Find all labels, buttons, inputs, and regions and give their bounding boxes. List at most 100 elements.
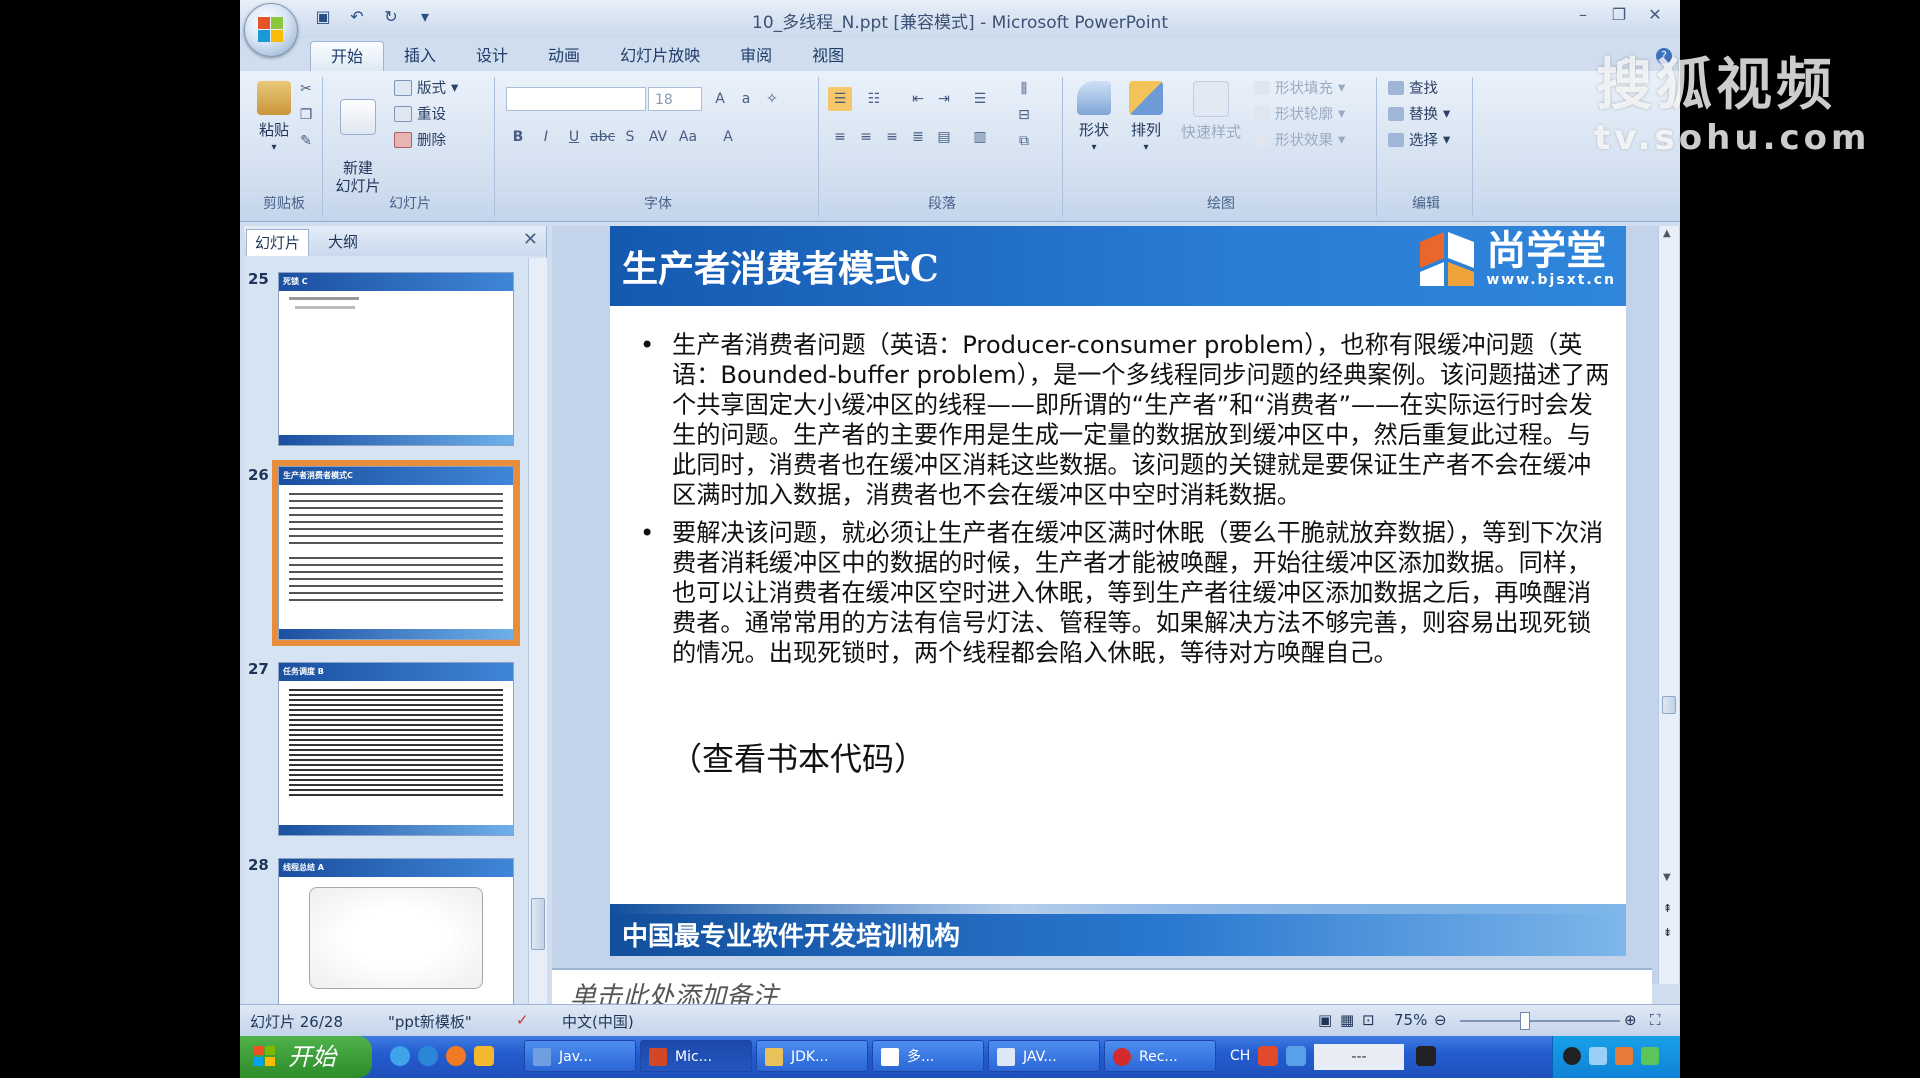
pane-close-icon[interactable]: ✕ [523,229,538,250]
delete-button[interactable]: 删除 [394,129,446,150]
normal-view-icon[interactable]: ▣ [1318,1011,1332,1029]
slide-thumbnail[interactable]: 线程总结 A [278,858,514,1004]
columns-icon[interactable]: ▥ [968,125,992,149]
qq-icon[interactable] [1563,1047,1581,1065]
tab-home[interactable]: 开始 [310,41,385,72]
quick-styles-button[interactable]: 快速样式 [1176,81,1246,141]
shape-effects-button[interactable]: 形状效果 ▾ [1254,129,1345,150]
thumbnails-scrollbar[interactable] [528,258,547,1004]
zoom-slider-handle[interactable] [1520,1012,1530,1030]
display-icon[interactable] [1589,1047,1607,1065]
restore-icon[interactable]: ❐ [1604,4,1634,26]
security-icon[interactable] [1641,1047,1659,1065]
replace-button[interactable]: 替换 ▾ [1388,103,1450,124]
shrink-font-icon[interactable]: a [734,87,758,111]
firefox-icon[interactable] [446,1046,466,1066]
start-button[interactable]: 开始 [240,1036,372,1078]
font-color-icon[interactable]: A [716,125,740,149]
scrollbar-thumb[interactable] [531,898,545,950]
slide-title[interactable]: 生产者消费者模式C [622,240,939,292]
select-button[interactable]: 选择 ▾ [1388,129,1450,150]
numbering-icon[interactable]: ☷ [862,87,886,111]
font-name-combo[interactable] [506,87,646,111]
tab-view[interactable]: 视图 [792,41,864,71]
font-size-combo[interactable]: 18 [648,87,702,111]
tab-outline[interactable]: 大纲 [320,229,366,255]
shapes-button[interactable]: 形状 ▾ [1072,81,1116,157]
layout-button[interactable]: 版式 ▾ [394,77,458,98]
shadow-icon[interactable]: S [618,125,642,149]
text-direction-icon[interactable]: ⫼ [1012,77,1036,101]
browser-icon[interactable] [418,1046,438,1066]
taskbar-item[interactable]: JAV... [988,1040,1100,1072]
shape-fill-button[interactable]: 形状填充 ▾ [1254,77,1345,98]
slideshow-view-icon[interactable]: ⊡ [1362,1011,1375,1029]
volume-icon[interactable] [1615,1047,1633,1065]
slide-thumbnail[interactable]: 死锁 C [278,272,514,446]
zoom-slider[interactable] [1460,1020,1620,1022]
taskbar-item-active[interactable]: Mic... [640,1040,752,1072]
strikethrough-icon[interactable]: abc [590,125,615,149]
taskbar-item[interactable]: Rec... [1104,1040,1216,1072]
ie-icon[interactable] [390,1046,410,1066]
decrease-indent-icon[interactable]: ⇤ [906,87,930,111]
editor-scrollbar[interactable]: ▲ ▼ ⇞ ⇟ [1658,226,1679,984]
increase-indent-icon[interactable]: ⇥ [932,87,956,111]
tab-review[interactable]: 审阅 [720,41,792,71]
zoom-in-icon[interactable]: ⊕ [1624,1011,1637,1029]
reset-button[interactable]: 重设 [394,103,446,124]
office-button[interactable] [244,3,298,57]
format-painter-icon[interactable]: ✎ [294,129,318,153]
italic-icon[interactable]: I [534,125,558,149]
underline-icon[interactable]: U [562,125,586,149]
app-launcher-icon[interactable] [474,1046,494,1066]
zoom-out-icon[interactable]: ⊖ [1434,1011,1447,1029]
char-spacing-icon[interactable]: AV [646,125,670,149]
tab-design[interactable]: 设计 [456,41,528,71]
cut-icon[interactable]: ✂ [294,77,318,101]
clear-format-icon[interactable]: ✧ [760,87,784,111]
scroll-up-icon[interactable]: ▲ [1663,228,1671,239]
tab-slideshow[interactable]: 幻灯片放映 [600,41,720,71]
fit-to-window-icon[interactable]: ⛶ [1650,1011,1661,1029]
arrange-button[interactable]: 排列 ▾ [1124,81,1168,157]
align-left-icon[interactable]: ≡ [828,125,852,149]
taskbar-item[interactable]: Jav... [524,1040,636,1072]
ime-indicator[interactable]: CH [1230,1048,1250,1064]
close-icon[interactable]: ✕ [1640,4,1670,26]
change-case-icon[interactable]: Aa [676,125,700,149]
grow-font-icon[interactable]: A [708,87,732,111]
language[interactable]: 中文(中国) [562,1011,634,1032]
previous-slide-icon[interactable]: ⇞ [1663,902,1672,915]
tab-insert[interactable]: 插入 [384,41,456,71]
scroll-down-icon[interactable]: ▼ [1663,872,1671,883]
slide-thumbnail[interactable]: 任务调度 B [278,662,514,836]
keyboard-icon[interactable] [1286,1046,1306,1066]
align-text-icon[interactable]: ⊟ [1012,103,1036,127]
taskbar-item[interactable]: 多... [872,1040,984,1072]
tab-slides[interactable]: 幻灯片 [246,229,310,256]
notes-pane[interactable]: 单击此处添加备注 [552,968,1652,1006]
align-center-icon[interactable]: ≡ [854,125,878,149]
align-right-icon[interactable]: ≡ [880,125,904,149]
copy-icon[interactable]: ❐ [294,103,318,127]
scrollbar-thumb[interactable] [1662,696,1676,714]
slide-sorter-icon[interactable]: ▦ [1340,1011,1354,1029]
minimize-icon[interactable]: – [1568,4,1598,26]
line-spacing-icon[interactable]: ☰ [968,87,992,111]
input-method-icon[interactable] [1258,1046,1278,1066]
bullets-icon[interactable]: ☰ [828,87,852,111]
slide-canvas[interactable]: 生产者消费者模式C 尚学堂 www.bjsxt.cn • 生产者消费者问题（英语… [610,226,1626,956]
taskbar-item[interactable]: JDK... [756,1040,868,1072]
shape-outline-button[interactable]: 形状轮廓 ▾ [1254,103,1345,124]
paste-button[interactable]: 粘贴 ▾ [254,81,294,157]
find-button[interactable]: 查找 [1388,77,1438,98]
justify-icon[interactable]: ≣ [906,125,930,149]
next-slide-icon[interactable]: ⇟ [1663,926,1672,939]
bold-icon[interactable]: B [506,125,530,149]
slide-thumbnail-selected[interactable]: 生产者消费者模式C [272,460,520,646]
spellcheck-icon[interactable]: ✓ [516,1011,529,1029]
tab-animations[interactable]: 动画 [528,41,600,71]
network-icon[interactable] [1416,1046,1436,1066]
zoom-level[interactable]: 75% [1394,1011,1427,1029]
